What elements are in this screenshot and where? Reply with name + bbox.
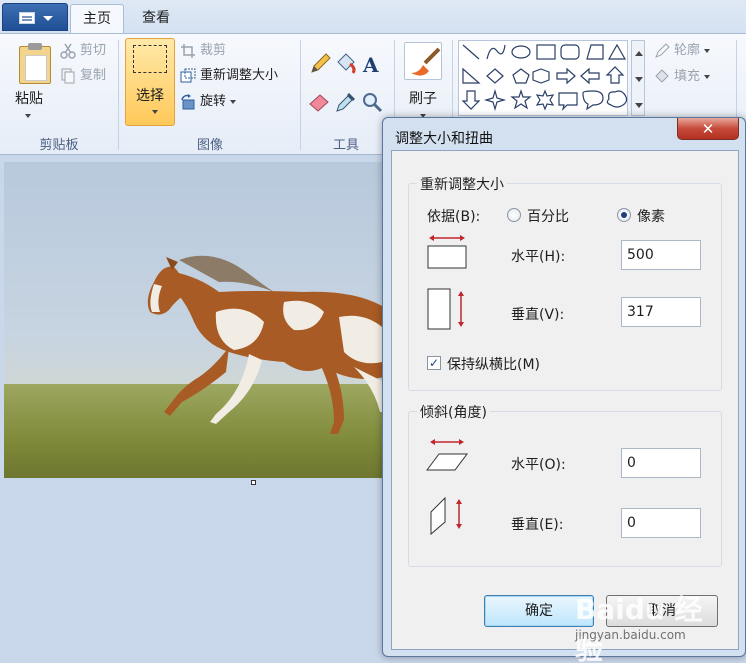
fill-button[interactable]: 填充	[652, 66, 711, 88]
ribbon-tab-bar: 主页 查看	[0, 0, 746, 34]
skew-group: 倾斜(角度) 水平(O): 0 垂直(E): 0	[408, 402, 722, 567]
brushes-label: 刷子	[409, 91, 437, 107]
chevron-down-icon	[25, 114, 31, 118]
outline-label: 轮廓	[674, 43, 701, 58]
skew-group-title: 倾斜(角度)	[417, 402, 490, 422]
skew-horizontal-input[interactable]: 0	[621, 448, 701, 478]
document-icon	[19, 12, 35, 24]
copy-label: 复制	[80, 68, 107, 83]
eyedropper-icon	[336, 93, 355, 112]
chevron-up-icon	[635, 51, 643, 56]
ribbon-separator	[300, 40, 301, 150]
dialog-body: 重新调整大小 依据(B): 百分比 像素 水平(H): 500 垂直(V): 3…	[391, 150, 739, 650]
paste-button[interactable]: 粘贴	[6, 38, 52, 124]
vertical-resize-icon	[427, 288, 464, 330]
paint-bucket-icon	[337, 53, 356, 74]
horizontal-size-input[interactable]: 500	[621, 240, 701, 270]
pixels-label[interactable]: 像素	[637, 206, 665, 226]
horse-image	[147, 255, 384, 434]
crop-button[interactable]: 裁剪	[178, 40, 226, 62]
resize-skew-dialog: 调整大小和扭曲 ✕ 重新调整大小 依据(B): 百分比 像素 水平(H): 50…	[382, 117, 746, 657]
rotate-button[interactable]: 旋转	[178, 91, 237, 113]
watermark-url: jingyan.baidu.com	[575, 628, 686, 642]
expand-icon	[635, 103, 643, 108]
tab-home[interactable]: 主页	[70, 4, 124, 34]
cut-button[interactable]: 剪切	[58, 40, 106, 62]
paste-label: 粘贴	[15, 91, 43, 107]
canvas-resize-handle[interactable]	[251, 480, 256, 485]
chevron-down-icon	[43, 16, 53, 21]
text-tool[interactable]: A	[360, 52, 384, 77]
chevron-down-icon	[704, 74, 711, 79]
brush-icon	[404, 42, 442, 80]
vertical-label: 垂直(V):	[511, 307, 565, 323]
watermark: Baidu 经验 jingyan.baidu.com	[575, 588, 725, 663]
selection-icon	[133, 45, 167, 73]
crop-icon	[181, 44, 195, 58]
vertical-size-input[interactable]: 317	[621, 297, 701, 327]
group-label-image: 图像	[196, 138, 223, 153]
rotate-label: 旋转	[200, 94, 227, 109]
horizontal-skew-icon	[426, 439, 468, 471]
group-label-tools: 工具	[332, 138, 359, 153]
chevron-down-icon	[230, 99, 237, 104]
fill-label: 填充	[674, 69, 701, 84]
keep-ratio-label[interactable]: 保持纵横比(M)	[447, 354, 540, 374]
close-button[interactable]: ✕	[677, 118, 739, 140]
shapes-icon	[461, 43, 628, 112]
scissors-icon	[60, 43, 76, 59]
chevron-down-icon	[635, 77, 643, 82]
percent-label[interactable]: 百分比	[527, 206, 569, 226]
horizontal-label: 水平(H):	[511, 249, 566, 265]
copy-icon	[61, 68, 75, 84]
horizontal-resize-icon	[427, 235, 467, 269]
keep-ratio-checkbox[interactable]: ✓	[427, 356, 441, 370]
paint-menu-button[interactable]	[2, 3, 68, 31]
resize-group: 重新调整大小 依据(B): 百分比 像素 水平(H): 500 垂直(V): 3…	[408, 174, 722, 391]
shapes-scrollbar[interactable]	[631, 40, 645, 116]
clipboard-icon	[19, 43, 51, 84]
fill-bucket-icon	[655, 69, 669, 83]
resize-button[interactable]: 重新调整大小	[178, 65, 278, 87]
outline-button[interactable]: 轮廓	[652, 40, 711, 62]
crop-label: 裁剪	[200, 43, 227, 58]
resize-label: 重新调整大小	[200, 68, 279, 83]
pencil-icon	[311, 53, 331, 73]
outline-icon	[655, 43, 670, 58]
percent-radio[interactable]	[507, 208, 521, 222]
canvas-image[interactable]	[4, 162, 384, 478]
resize-group-title: 重新调整大小	[417, 174, 507, 194]
eraser-tool[interactable]	[308, 90, 332, 114]
chevron-down-icon	[704, 48, 711, 53]
resize-icon	[180, 68, 196, 83]
chevron-down-icon	[152, 110, 158, 114]
vertical-skew-icon	[430, 496, 462, 536]
copy-button[interactable]: 复制	[58, 65, 106, 87]
skew-vertical-input[interactable]: 0	[621, 508, 701, 538]
dialog-title: 调整大小和扭曲	[395, 131, 493, 147]
text-icon: A	[362, 53, 379, 77]
svg-text:A: A	[362, 53, 379, 76]
pixels-radio[interactable]	[617, 208, 631, 222]
magnifier-tool[interactable]	[360, 90, 384, 114]
tab-view[interactable]: 查看	[128, 4, 184, 34]
rotate-icon	[181, 94, 195, 110]
shapes-gallery[interactable]	[458, 40, 628, 116]
by-label: 依据(B):	[427, 209, 481, 225]
group-label-clipboard: 剪贴板	[39, 138, 79, 153]
color-picker-tool[interactable]	[334, 90, 358, 114]
close-icon: ✕	[701, 120, 715, 138]
skew-vertical-label: 垂直(E):	[511, 517, 564, 533]
skew-horizontal-label: 水平(O):	[511, 457, 566, 473]
cut-label: 剪切	[80, 43, 107, 58]
eraser-icon	[309, 94, 329, 112]
pencil-tool[interactable]	[308, 52, 332, 76]
select-button[interactable]: 选择	[125, 38, 175, 126]
select-label: 选择	[136, 88, 164, 104]
ribbon-separator	[118, 40, 119, 150]
magnifier-icon	[363, 93, 383, 113]
fill-tool[interactable]	[334, 52, 358, 76]
